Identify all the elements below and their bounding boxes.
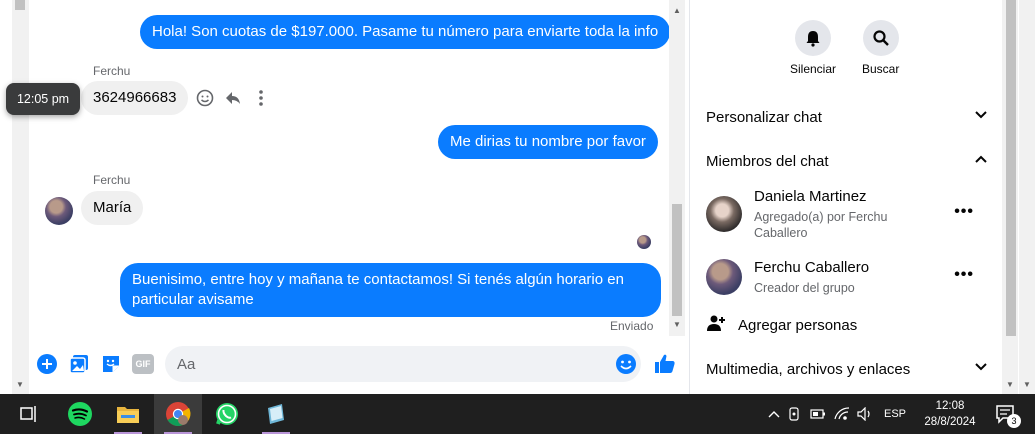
system-tray: ESP: [766, 394, 906, 434]
emoji-icon[interactable]: [614, 352, 638, 376]
panel-scrollbar-track[interactable]: [1002, 0, 1018, 394]
message-outgoing[interactable]: Me dirias tu nombre por favor: [438, 125, 658, 159]
wifi-icon[interactable]: [830, 407, 854, 421]
avatar[interactable]: [45, 197, 73, 225]
customize-chat-section[interactable]: Personalizar chat: [706, 106, 988, 128]
device-icon[interactable]: [782, 407, 806, 421]
app-root: ▼ Hola! Son cuotas de $197.000. Pasame t…: [0, 0, 1035, 434]
app-icon[interactable]: [252, 394, 300, 434]
chevron-up-icon[interactable]: [766, 410, 782, 418]
avatar: [706, 259, 742, 295]
section-title: Multimedia, archivos y enlaces: [706, 360, 911, 378]
chat-scrollbar-thumb[interactable]: [672, 204, 682, 316]
like-icon[interactable]: [653, 352, 677, 376]
more-vertical-icon[interactable]: [251, 88, 271, 108]
sender-name: Ferchu: [93, 173, 131, 187]
plus-icon[interactable]: [35, 352, 59, 376]
message-incoming[interactable]: 3624966683: [81, 81, 189, 115]
add-people-label: Agregar personas: [738, 316, 858, 334]
message-outgoing[interactable]: Hola! Son cuotas de $197.000. Pasame tu …: [140, 15, 671, 49]
window-scrollbar-track[interactable]: [1019, 0, 1035, 394]
sender-name: Ferchu: [93, 64, 131, 78]
chat-members-section[interactable]: Miembros del chat: [706, 150, 988, 172]
scroll-down-arrow-icon[interactable]: ▼: [1023, 380, 1031, 389]
avatar: [706, 196, 742, 232]
search-action[interactable]: Buscar: [862, 20, 899, 76]
more-options-icon[interactable]: •••: [954, 203, 974, 221]
scroll-down-arrow-icon[interactable]: ▼: [673, 320, 681, 329]
taskbar: ESP 12:08 28/8/2024 3: [0, 394, 1035, 434]
delivery-status: Enviado: [610, 319, 654, 333]
whatsapp-icon[interactable]: [203, 394, 251, 434]
task-view-icon[interactable]: [5, 394, 53, 434]
notification-count-badge: 3: [1007, 414, 1021, 428]
panel-scrollbar[interactable]: ▼ ▼: [1001, 0, 1035, 394]
page-scrollbar-thumb[interactable]: [15, 0, 25, 10]
member-name: Daniela Martinez: [754, 188, 867, 205]
member-subtitle: Agregado(a) por Ferchu Caballero: [754, 210, 888, 240]
clock-time: 12:08: [935, 400, 965, 412]
clock-date: 28/8/2024: [924, 416, 976, 428]
reply-icon[interactable]: [223, 88, 243, 108]
message-actions: [195, 88, 271, 108]
page-scrollbar[interactable]: ▼: [12, 0, 29, 394]
gif-icon[interactable]: GIF: [131, 352, 155, 376]
add-person-icon: [706, 313, 726, 337]
search-icon[interactable]: [862, 20, 899, 56]
react-emoji-icon[interactable]: [195, 88, 215, 108]
section-title: Personalizar chat: [706, 108, 822, 126]
chevron-up-icon: [974, 152, 988, 170]
notification-center-icon[interactable]: 3: [986, 394, 1026, 434]
mute-label: Silenciar: [790, 62, 837, 76]
member-row[interactable]: Ferchu Caballero Creador del grupo •••: [706, 258, 988, 298]
scroll-down-arrow-icon[interactable]: ▼: [1006, 380, 1014, 389]
more-options-icon[interactable]: •••: [954, 266, 974, 284]
file-explorer-icon[interactable]: [104, 394, 152, 434]
chat-thread: Hola! Son cuotas de $197.000. Pasame tu …: [29, 0, 687, 394]
message-incoming[interactable]: María: [81, 191, 144, 225]
photo-icon[interactable]: [67, 352, 91, 376]
chat-scrollbar[interactable]: ▲ ▼: [669, 0, 685, 336]
chat-info-panel: Silenciar Buscar Personalizar chat Miemb…: [689, 0, 1000, 394]
section-title: Miembros del chat: [706, 152, 829, 170]
scroll-down-arrow-icon[interactable]: ▼: [16, 380, 24, 389]
spotify-icon[interactable]: [56, 394, 104, 434]
search-label: Buscar: [862, 62, 900, 76]
message-outgoing[interactable]: Buenisimo, entre hoy y mañana te contact…: [120, 263, 661, 317]
mute-action[interactable]: Silenciar: [790, 20, 836, 76]
language-indicator[interactable]: ESP: [884, 408, 906, 420]
chevron-down-icon: [974, 360, 988, 378]
composer: GIF Aa: [29, 340, 687, 388]
add-people-button[interactable]: Agregar personas: [706, 314, 988, 336]
seen-avatar: [637, 235, 651, 249]
chrome-icon[interactable]: [154, 394, 202, 434]
member-row[interactable]: Daniela Martinez Agregado(a) por Ferchu …: [706, 187, 988, 243]
battery-icon[interactable]: [806, 409, 830, 419]
member-name: Ferchu Caballero: [754, 259, 870, 276]
clock[interactable]: 12:08 28/8/2024: [920, 398, 980, 430]
sticker-icon[interactable]: [99, 352, 123, 376]
gif-label: GIF: [132, 354, 154, 374]
media-files-section[interactable]: Multimedia, archivos y enlaces: [706, 358, 988, 380]
member-subtitle: Creador del grupo: [754, 281, 855, 295]
panel-scrollbar-thumb[interactable]: [1006, 0, 1016, 336]
scroll-up-arrow-icon[interactable]: ▲: [673, 6, 681, 15]
message-input[interactable]: Aa: [165, 346, 641, 382]
volume-icon[interactable]: [854, 407, 876, 421]
bell-icon[interactable]: [795, 20, 832, 56]
chevron-down-icon: [974, 108, 988, 126]
timestamp-tooltip: 12:05 pm: [6, 83, 80, 115]
